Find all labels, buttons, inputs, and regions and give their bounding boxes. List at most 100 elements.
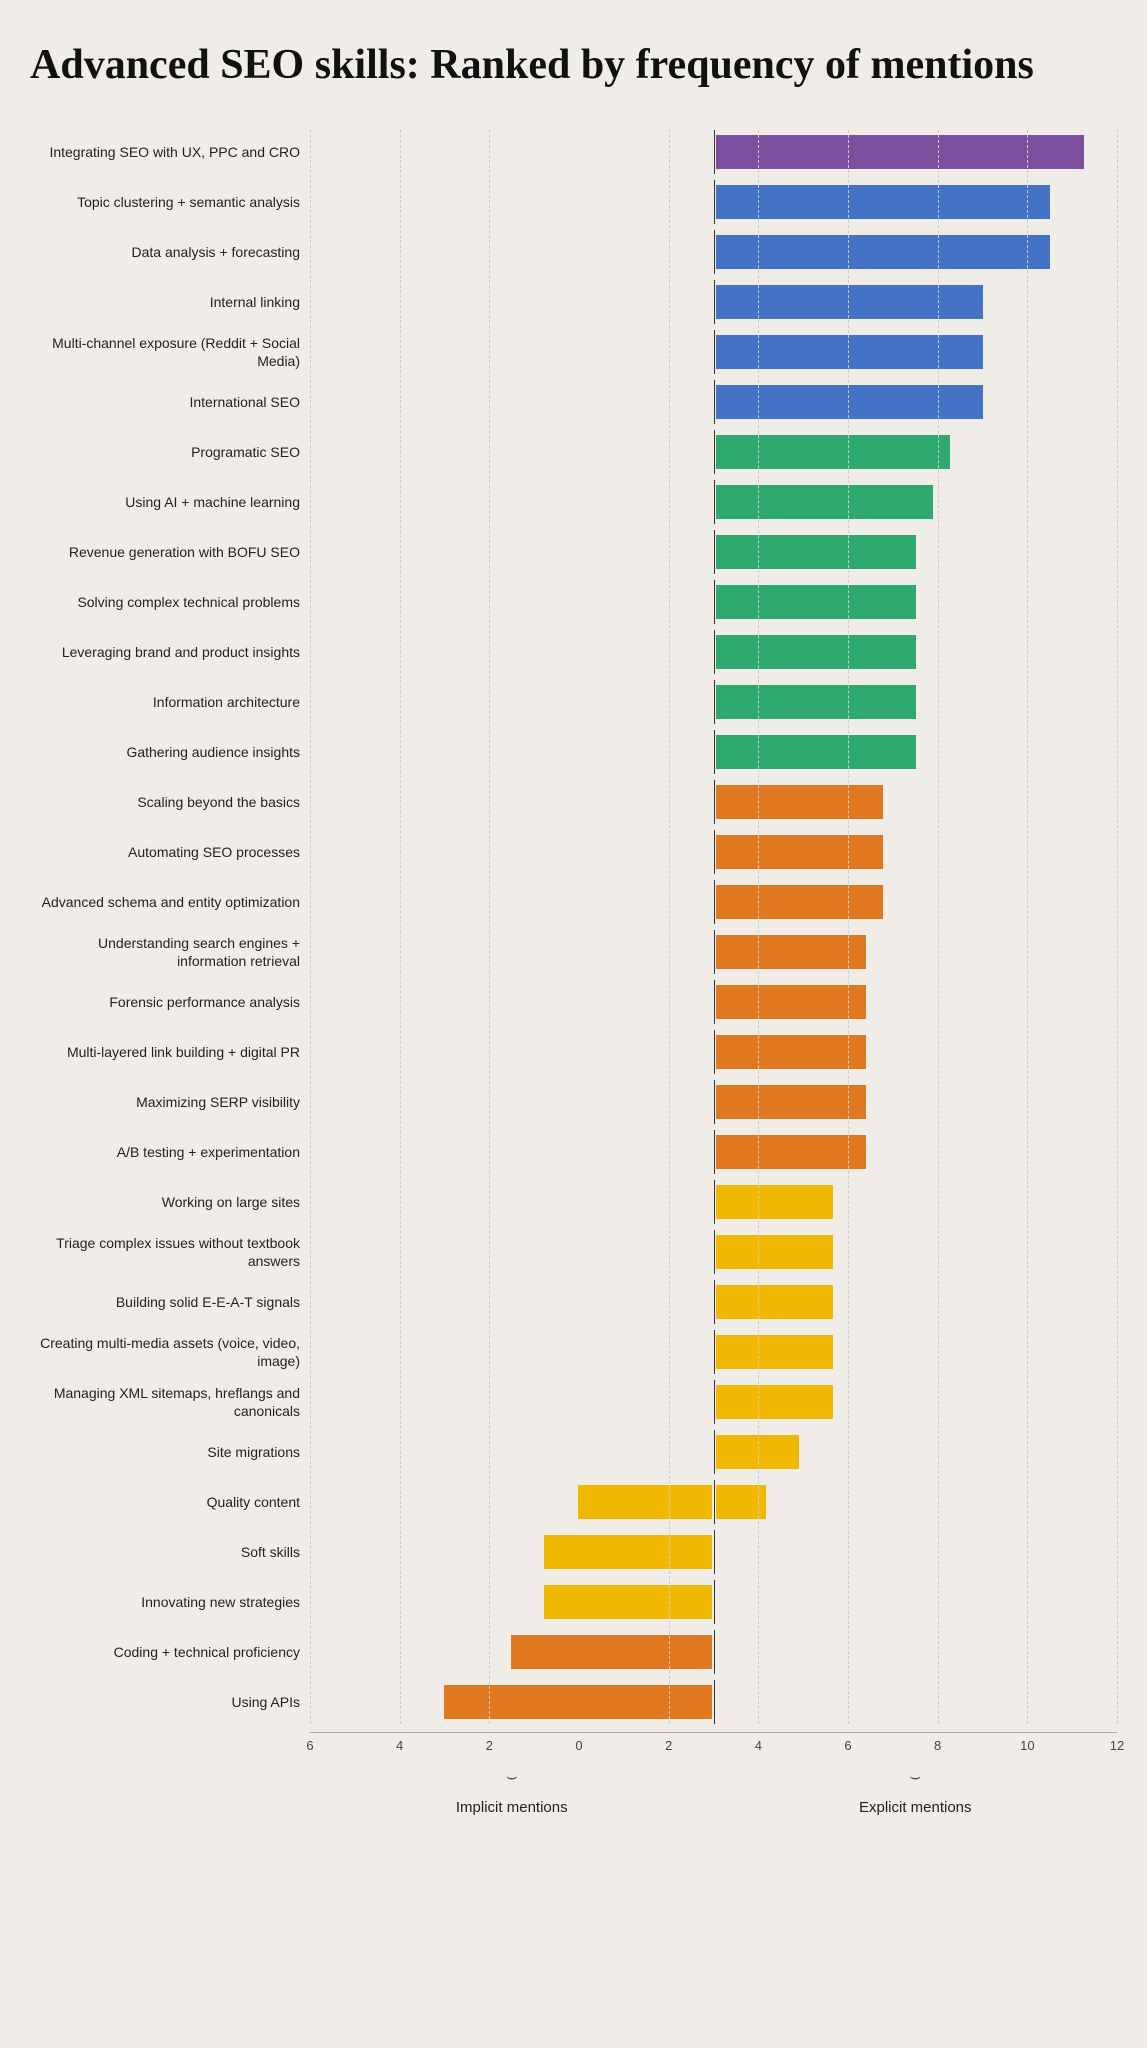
row-bars	[310, 1630, 1117, 1674]
row-label: Creating multi-media assets (voice, vide…	[30, 1330, 310, 1374]
chart-row: Internal linking	[30, 280, 1117, 324]
chart-row: Maximizing SERP visibility	[30, 1080, 1117, 1124]
explicit-bar	[716, 335, 984, 369]
row-label: Topic clustering + semantic analysis	[30, 180, 310, 224]
row-label: Triage complex issues without textbook a…	[30, 1230, 310, 1274]
row-bars	[310, 630, 1117, 674]
row-label: Solving complex technical problems	[30, 580, 310, 624]
row-label: Building solid E-E-A-T signals	[30, 1280, 310, 1324]
row-label: Using APIs	[30, 1680, 310, 1724]
row-label: Maximizing SERP visibility	[30, 1080, 310, 1124]
explicit-bar	[716, 585, 917, 619]
chart-row: Programatic SEO	[30, 430, 1117, 474]
row-label: Quality content	[30, 1480, 310, 1524]
row-bars	[310, 680, 1117, 724]
explicit-bar	[716, 985, 867, 1019]
explicit-bar	[716, 285, 984, 319]
row-bars	[310, 280, 1117, 324]
row-bars	[310, 1130, 1117, 1174]
x-tick: 10	[1020, 1738, 1034, 1753]
axis-labels: Implicit mentions Explicit mentions	[30, 1799, 1117, 1816]
chart-row: Creating multi-media assets (voice, vide…	[30, 1330, 1117, 1374]
chart-row: Advanced schema and entity optimization	[30, 880, 1117, 924]
row-label: Forensic performance analysis	[30, 980, 310, 1024]
explicit-bar	[716, 785, 883, 819]
chart-row: Managing XML sitemaps, hreflangs and can…	[30, 1380, 1117, 1424]
implicit-bar	[444, 1685, 712, 1719]
explicit-bar	[716, 435, 950, 469]
row-label: Understanding search engines + informati…	[30, 930, 310, 974]
x-axis: 642024681012	[30, 1732, 1117, 1762]
x-tick: 4	[755, 1738, 762, 1753]
row-bars	[310, 1430, 1117, 1474]
implicit-bar	[544, 1535, 711, 1569]
row-bars	[310, 780, 1117, 824]
row-bars	[310, 1680, 1117, 1724]
row-bars	[310, 530, 1117, 574]
explicit-bar	[716, 635, 917, 669]
explicit-bar	[716, 535, 917, 569]
row-bars	[310, 980, 1117, 1024]
row-bars	[310, 380, 1117, 424]
explicit-bar	[716, 235, 1051, 269]
explicit-bar	[716, 485, 933, 519]
row-label: Information architecture	[30, 680, 310, 724]
explicit-bar	[716, 385, 984, 419]
explicit-bar	[716, 1185, 833, 1219]
row-bars	[310, 1280, 1117, 1324]
explicit-bar	[716, 1035, 867, 1069]
x-tick: 6	[844, 1738, 851, 1753]
row-bars	[310, 930, 1117, 974]
row-label: International SEO	[30, 380, 310, 424]
chart-rows: Integrating SEO with UX, PPC and CROTopi…	[30, 130, 1117, 1724]
row-label: Scaling beyond the basics	[30, 780, 310, 824]
chart-row: Innovating new strategies	[30, 1580, 1117, 1624]
chart-row: Multi-layered link building + digital PR	[30, 1030, 1117, 1074]
row-bars	[310, 880, 1117, 924]
row-bars	[310, 1030, 1117, 1074]
explicit-bar	[716, 685, 917, 719]
row-bars	[310, 130, 1117, 174]
explicit-bar	[716, 1135, 867, 1169]
row-label: Soft skills	[30, 1530, 310, 1574]
row-label: Site migrations	[30, 1430, 310, 1474]
row-label: Internal linking	[30, 280, 310, 324]
row-label: Managing XML sitemaps, hreflangs and can…	[30, 1380, 310, 1424]
row-bars	[310, 730, 1117, 774]
x-tick: 2	[665, 1738, 672, 1753]
explicit-bar	[716, 135, 1084, 169]
row-label: Advanced schema and entity optimization	[30, 880, 310, 924]
implicit-label: Implicit mentions	[310, 1799, 714, 1816]
chart-row: Working on large sites	[30, 1180, 1117, 1224]
x-tick: 4	[396, 1738, 403, 1753]
row-label: Coding + technical proficiency	[30, 1630, 310, 1674]
chart-row: Quality content	[30, 1480, 1117, 1524]
chart-row: Automating SEO processes	[30, 830, 1117, 874]
chart-row: Soft skills	[30, 1530, 1117, 1574]
chart-row: Using APIs	[30, 1680, 1117, 1724]
chart-row: Solving complex technical problems	[30, 580, 1117, 624]
row-bars	[310, 1380, 1117, 1424]
chart-row: Using AI + machine learning	[30, 480, 1117, 524]
row-bars	[310, 830, 1117, 874]
row-bars	[310, 1580, 1117, 1624]
chart-row: Forensic performance analysis	[30, 980, 1117, 1024]
row-bars	[310, 1530, 1117, 1574]
explicit-bar	[716, 1435, 800, 1469]
explicit-bar	[716, 735, 917, 769]
chart-row: Data analysis + forecasting	[30, 230, 1117, 274]
explicit-bar	[716, 1235, 833, 1269]
row-label: Data analysis + forecasting	[30, 230, 310, 274]
chart-row: Building solid E-E-A-T signals	[30, 1280, 1117, 1324]
row-bars	[310, 1080, 1117, 1124]
row-bars	[310, 230, 1117, 274]
grid-line	[1117, 130, 1118, 1724]
explicit-bar	[716, 1085, 867, 1119]
chart-row: Information architecture	[30, 680, 1117, 724]
chart-row: Understanding search engines + informati…	[30, 930, 1117, 974]
row-bars	[310, 580, 1117, 624]
row-bars	[310, 1180, 1117, 1224]
explicit-bar	[716, 885, 883, 919]
chart-row: Gathering audience insights	[30, 730, 1117, 774]
explicit-bar	[716, 935, 867, 969]
